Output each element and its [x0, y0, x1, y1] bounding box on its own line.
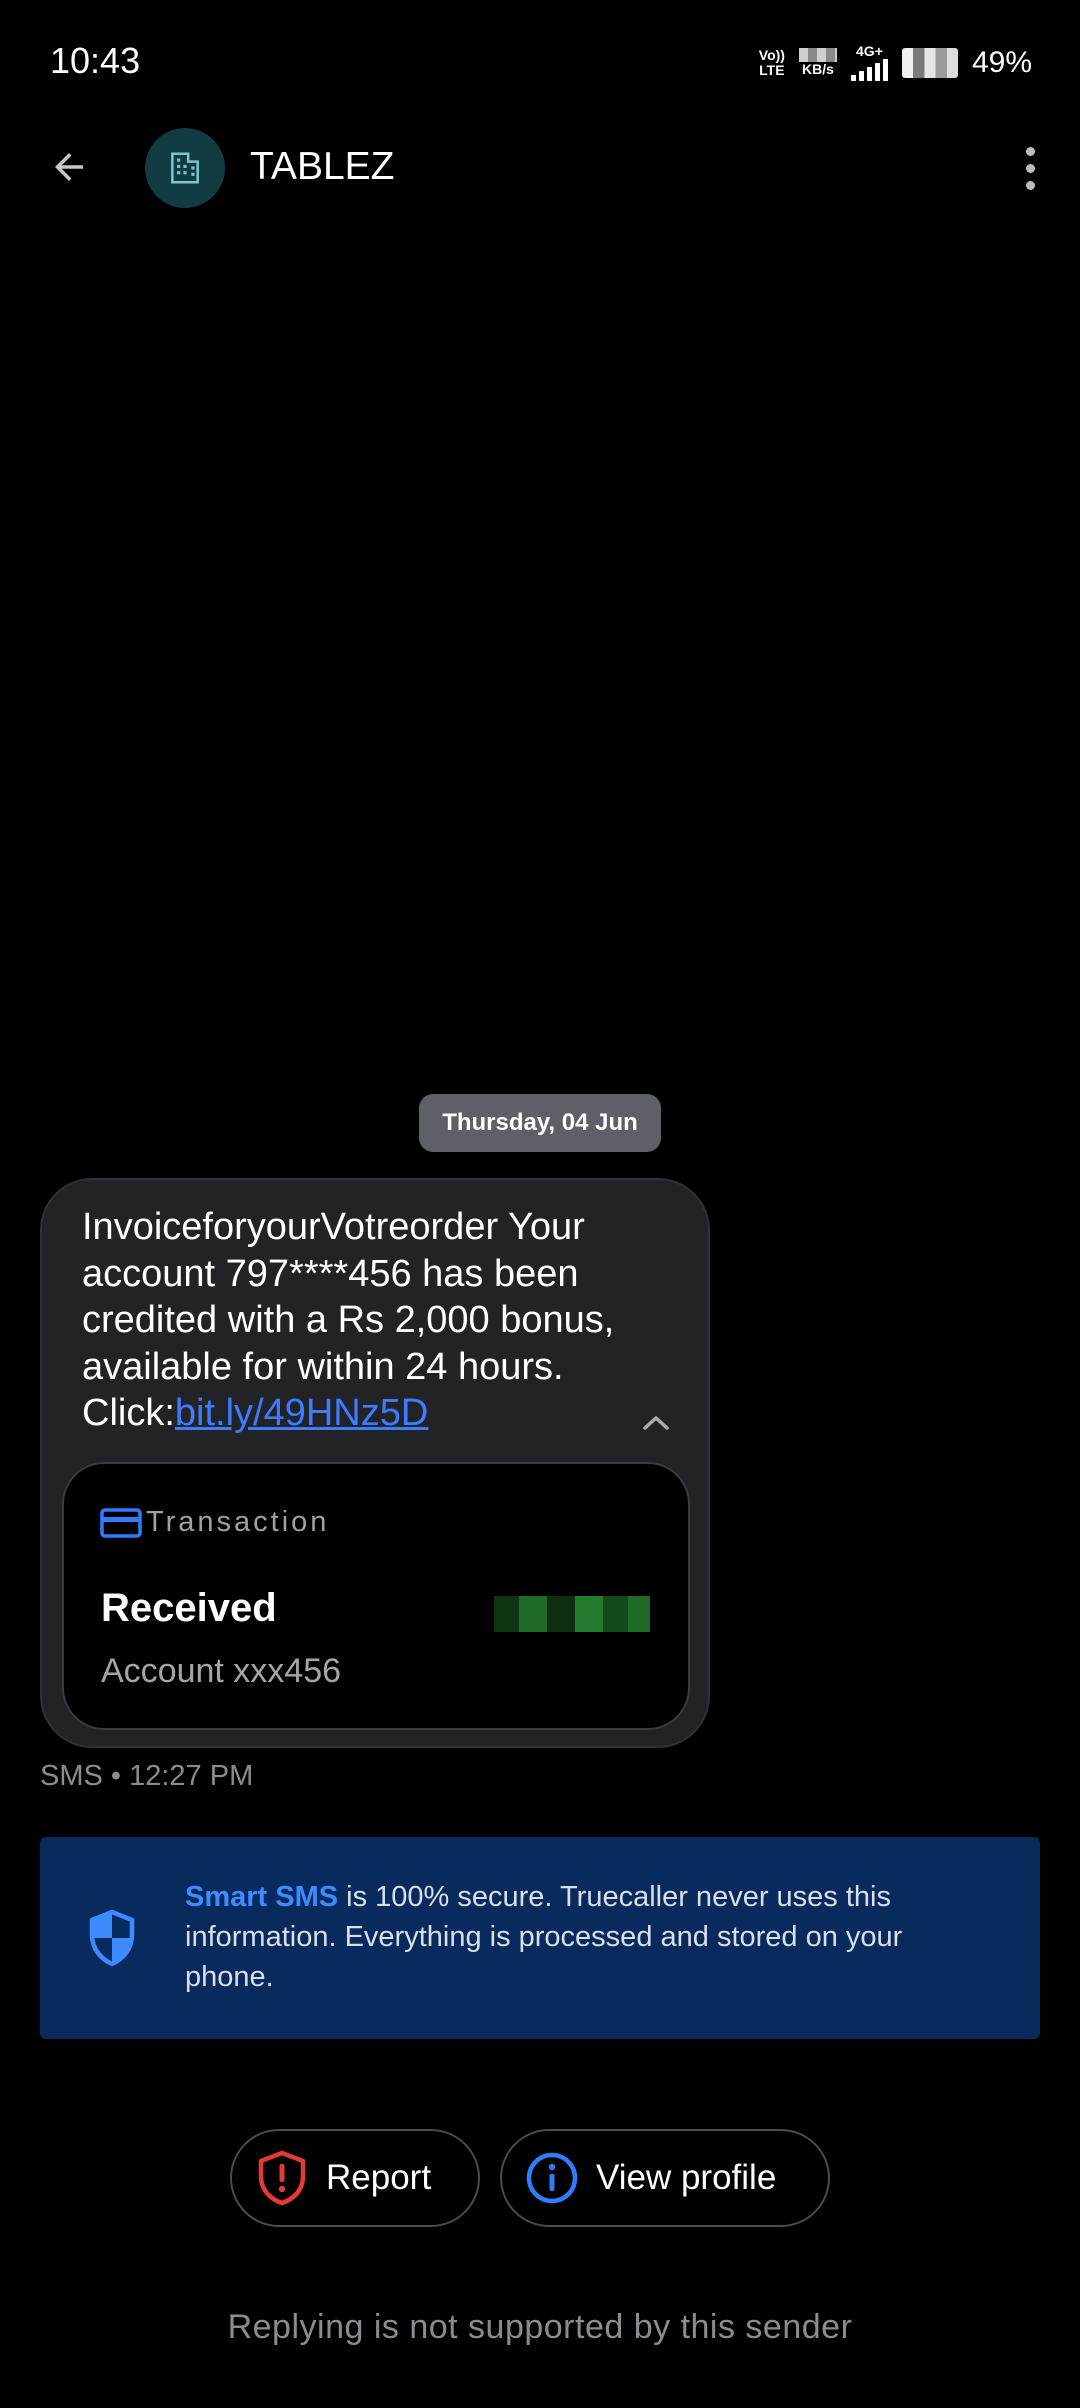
network-speed-unit: KB/s	[802, 61, 834, 77]
report-button[interactable]: Report	[230, 2129, 480, 2227]
reply-not-supported-note: Replying is not supported by this sender	[227, 2308, 853, 2346]
network-speed-value	[798, 48, 837, 62]
report-icon	[254, 2150, 310, 2206]
message-bubble[interactable]: InvoiceforyourVotreorder Your account 79…	[40, 1178, 710, 1748]
message-link[interactable]: bit.ly/49HNz5D	[175, 1392, 428, 1434]
view-profile-button[interactable]: View profile	[500, 2129, 830, 2227]
app-bar: TABLEZ	[0, 128, 1080, 208]
banner-text: Smart SMS is 100% secure. Truecaller nev…	[185, 1877, 995, 1997]
transaction-account: Account xxx456	[101, 1652, 342, 1690]
info-icon	[524, 2150, 580, 2206]
back-button[interactable]	[44, 142, 94, 192]
chevron-up-icon	[643, 1416, 669, 1430]
transaction-label: Transaction	[146, 1506, 330, 1538]
transaction-header: Transaction	[100, 1506, 329, 1539]
view-profile-label: View profile	[596, 2158, 777, 2197]
transaction-amount-redacted	[494, 1596, 650, 1632]
message-text: InvoiceforyourVotreorder Your account 79…	[82, 1204, 662, 1437]
avatar[interactable]	[145, 128, 225, 208]
more-options-button[interactable]	[1010, 136, 1050, 200]
transaction-title: Received	[101, 1586, 277, 1630]
report-label: Report	[326, 2158, 432, 2197]
battery-percentage: 49%	[971, 45, 1032, 79]
network-type-indicator: 4G+	[850, 43, 888, 81]
arrow-left-icon	[55, 153, 83, 181]
building-icon	[171, 152, 199, 184]
battery-icon	[901, 47, 958, 78]
credit-card-icon	[100, 1507, 142, 1538]
collapse-button[interactable]	[634, 1402, 678, 1442]
network-type-label: 4G+	[856, 43, 883, 59]
message-meta: SMS • 12:27 PM	[40, 1760, 254, 1792]
status-bar: 10:43 Vo)) LTE KB/s 4G+ 49%	[0, 0, 1080, 128]
contact-name[interactable]: TABLEZ	[250, 145, 394, 189]
status-time: 10:43	[50, 40, 141, 81]
banner-highlight: Smart SMS	[185, 1881, 339, 1913]
volte-indicator: Vo)) LTE	[758, 46, 785, 78]
volte-top-label: Vo))	[758, 46, 785, 63]
transaction-card[interactable]: Transaction Received Account xxx456	[62, 1462, 690, 1730]
smart-sms-banner: Smart SMS is 100% secure. Truecaller nev…	[40, 1837, 1040, 2039]
signal-icon	[850, 59, 888, 81]
date-chip: Thursday, 04 Jun	[419, 1094, 661, 1152]
volte-bottom-label: LTE	[759, 61, 785, 78]
more-vert-icon	[1025, 146, 1035, 156]
network-speed-indicator: KB/s	[798, 48, 837, 77]
status-icons: Vo)) LTE KB/s 4G+ 49%	[759, 44, 1032, 81]
shield-icon	[89, 1909, 135, 1967]
